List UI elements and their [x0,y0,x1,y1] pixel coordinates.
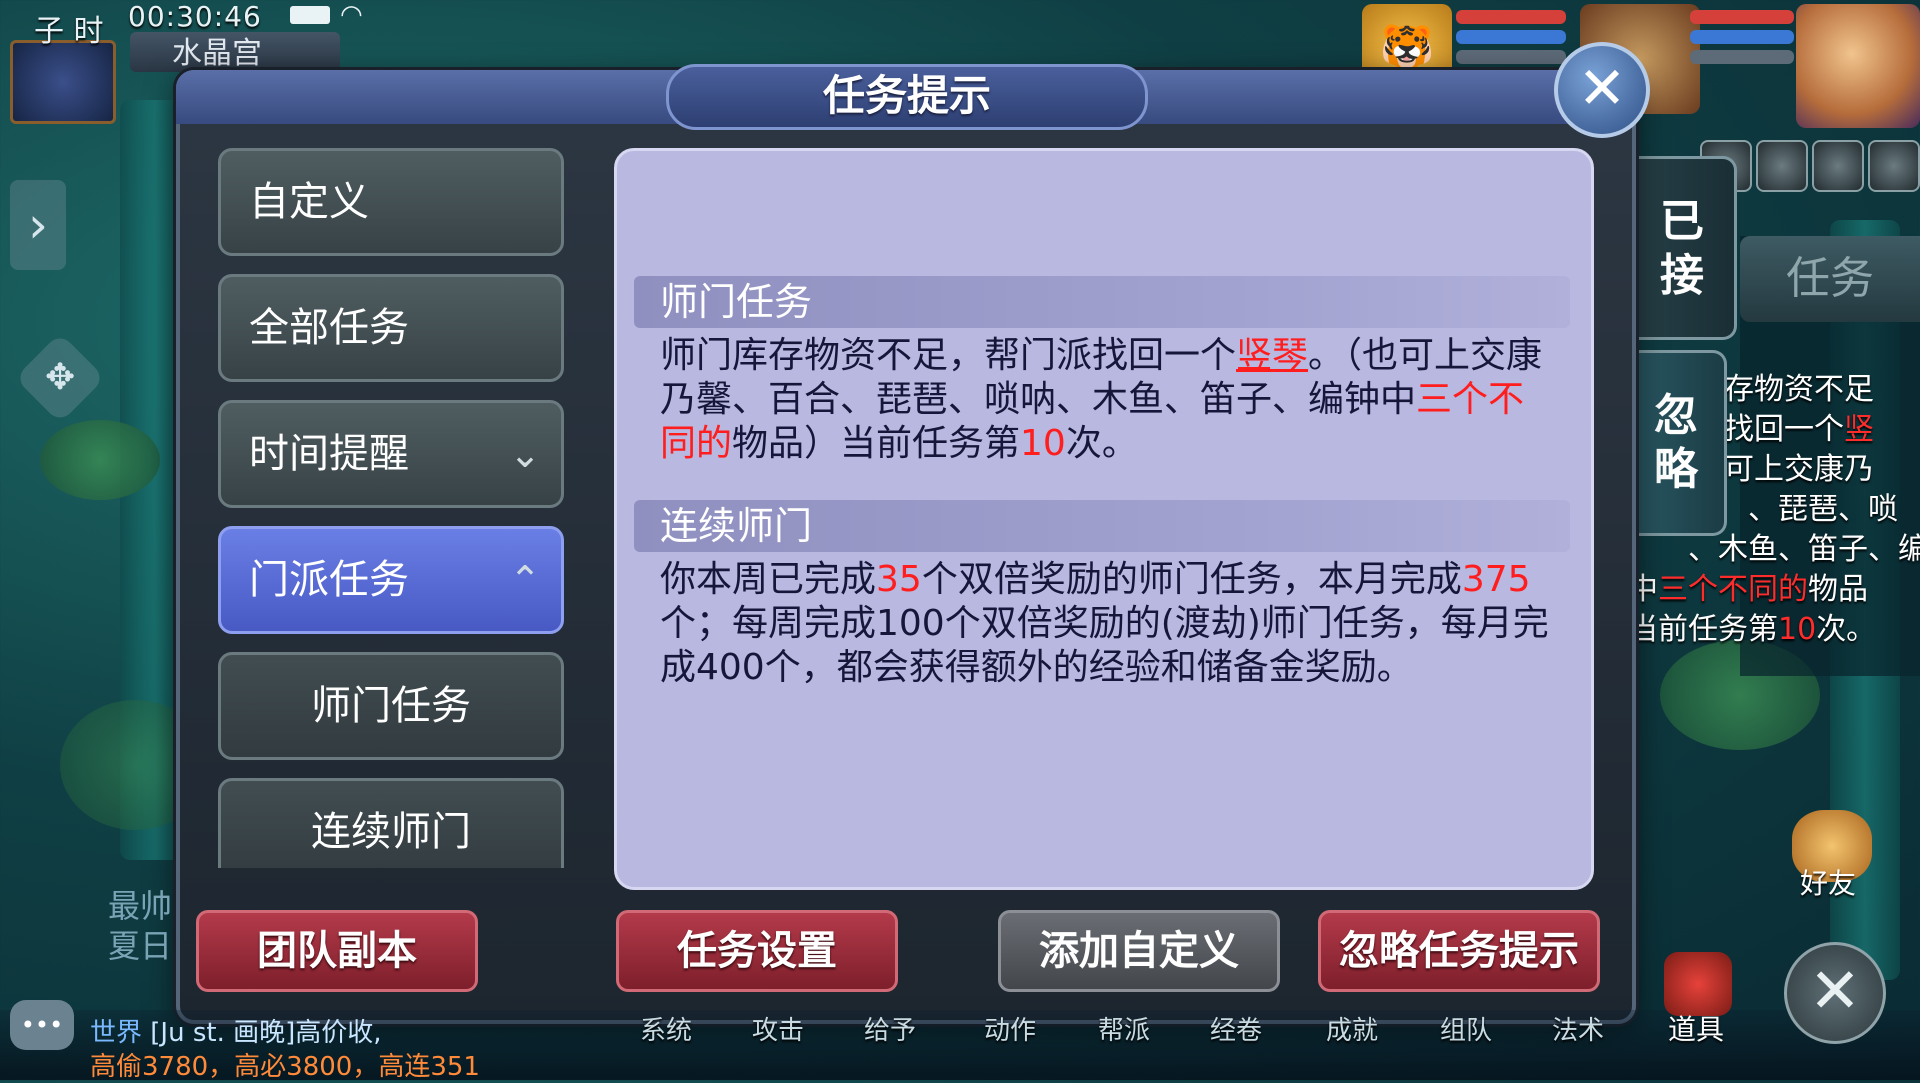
section-body-master-task: 师门库存物资不足，帮门派找回一个竖琴。（也可上交康乃馨、百合、琵琶、唢呐、木鱼、… [660,335,1543,464]
bottom-menu: 系统 攻击 给予 动作 帮派 经卷 成就 组队 法术 [620,1010,1620,1050]
chat-text: [Ju st. 画晚]高价收, [150,1018,382,1048]
pet-exp-bar [1456,50,1566,64]
chat-message[interactable]: 世界 [Ju st. 画晚]高价收, [90,1012,382,1049]
nav-item-label: 全部任务 [249,305,409,351]
nav-item-label: 时间提醒 [249,431,409,477]
nav-list: 自定义 全部任务 时间提醒 ⌄ 门派任务 ⌃ 师门任务 连续师门 [210,146,574,868]
scroll-notice: 最帅 夏日 [108,886,172,966]
add-custom-button[interactable]: 添加自定义 [998,910,1280,992]
section-body-continuous-master: 你本周已完成35个双倍奖励的师门任务，本月完成375个；每周完成100个双倍奖励… [660,559,1549,688]
status-slot[interactable] [1868,140,1920,192]
nav-item-label: 门派任务 [249,557,409,603]
menu-scroll[interactable]: 经卷 [1210,1010,1262,1047]
menu-action[interactable]: 动作 [984,1010,1036,1047]
friend-label[interactable]: 好友 [1800,862,1856,902]
nav-subitem-master-task[interactable]: 师门任务 [218,652,564,760]
chevron-down-icon: ⌄ [509,432,541,476]
team-dungeon-button[interactable]: 团队副本 [196,910,478,992]
menu-guild[interactable]: 帮派 [1098,1010,1150,1047]
status-slot[interactable] [1812,140,1864,192]
tracker-line: 当前任务第10次。 [1628,612,1877,647]
player-sp-bar [1690,50,1794,64]
chevron-up-icon: ⌃ [509,558,541,602]
battery-icon [290,6,330,24]
player-hp-bar [1690,10,1794,24]
wifi-icon: ◠ [340,0,363,30]
fullscreen-expand-icon[interactable]: ✥ [14,332,106,424]
menu-achievement[interactable]: 成就 [1326,1010,1378,1047]
menu-give[interactable]: 给予 [864,1010,916,1047]
tab-accepted-label: 已接 [1660,196,1704,301]
scroll-line: 最帅 [108,887,173,925]
nav-item-sect-tasks[interactable]: 门派任务 ⌃ [218,526,564,634]
ignore-task-prompt-button[interactable]: 忽略任务提示 [1318,910,1600,992]
nav-item-all-tasks[interactable]: 全部任务 [218,274,564,382]
nav-item-time-reminder[interactable]: 时间提醒 ⌄ [218,400,564,508]
collapse-menu-close-icon[interactable]: ✕ [1784,942,1886,1044]
bag-label[interactable]: 道具 [1668,1008,1724,1048]
tab-ignore-label: 忽略 [1654,390,1698,495]
pet-mp-bar [1456,30,1566,44]
tracker-line: 、木鱼、笛子、编 [1688,532,1920,567]
close-button[interactable]: ✕ [1554,42,1650,138]
chat-channel: 世界 [90,1018,143,1048]
section-header-continuous-master: 连续师门 [634,500,1570,552]
nav-item-custom[interactable]: 自定义 [218,148,564,256]
chat-message[interactable]: 高偷3780，高必3800，高连351 [90,1046,480,1083]
scene-plant [40,420,160,500]
menu-team[interactable]: 组队 [1440,1010,1492,1047]
pet-hp-bar [1456,10,1566,24]
expand-left-arrow-icon[interactable]: › [10,180,66,270]
task-item-link[interactable]: 竖琴 [1236,335,1308,376]
status-slot[interactable] [1756,140,1808,192]
location-name[interactable]: 水晶宫 [130,32,340,72]
item-chest-icon[interactable] [1664,952,1732,1016]
nav-item-label: 自定义 [249,179,369,225]
player-mp-bar [1690,30,1794,44]
menu-system[interactable]: 系统 [640,1010,692,1047]
menu-skills[interactable]: 法术 [1552,1010,1604,1047]
nav-subitem-continuous-master[interactable]: 连续师门 [218,778,564,868]
chat-bubble-icon[interactable]: ••• [10,1000,74,1050]
nav-item-label: 师门任务 [311,683,471,729]
shichen-label: 子 时 [34,14,104,49]
task-settings-button[interactable]: 任务设置 [616,910,898,992]
scroll-line: 夏日 [108,927,173,965]
menu-attack[interactable]: 攻击 [752,1010,804,1047]
tab-accepted[interactable]: 已接 [1628,156,1737,340]
dialog-title: 任务提示 [666,64,1148,130]
minimap[interactable] [10,40,116,124]
tab-ignore[interactable]: 忽略 [1628,350,1727,536]
task-tracker-tab[interactable]: 任务 [1740,236,1920,322]
tracker-line: 中三个不同的物品 [1628,572,1868,607]
nav-item-label: 连续师门 [311,809,471,855]
clock: 00:30:46 [128,0,262,33]
player-avatar[interactable] [1796,4,1920,128]
section-header-master-task: 师门任务 [634,276,1570,328]
